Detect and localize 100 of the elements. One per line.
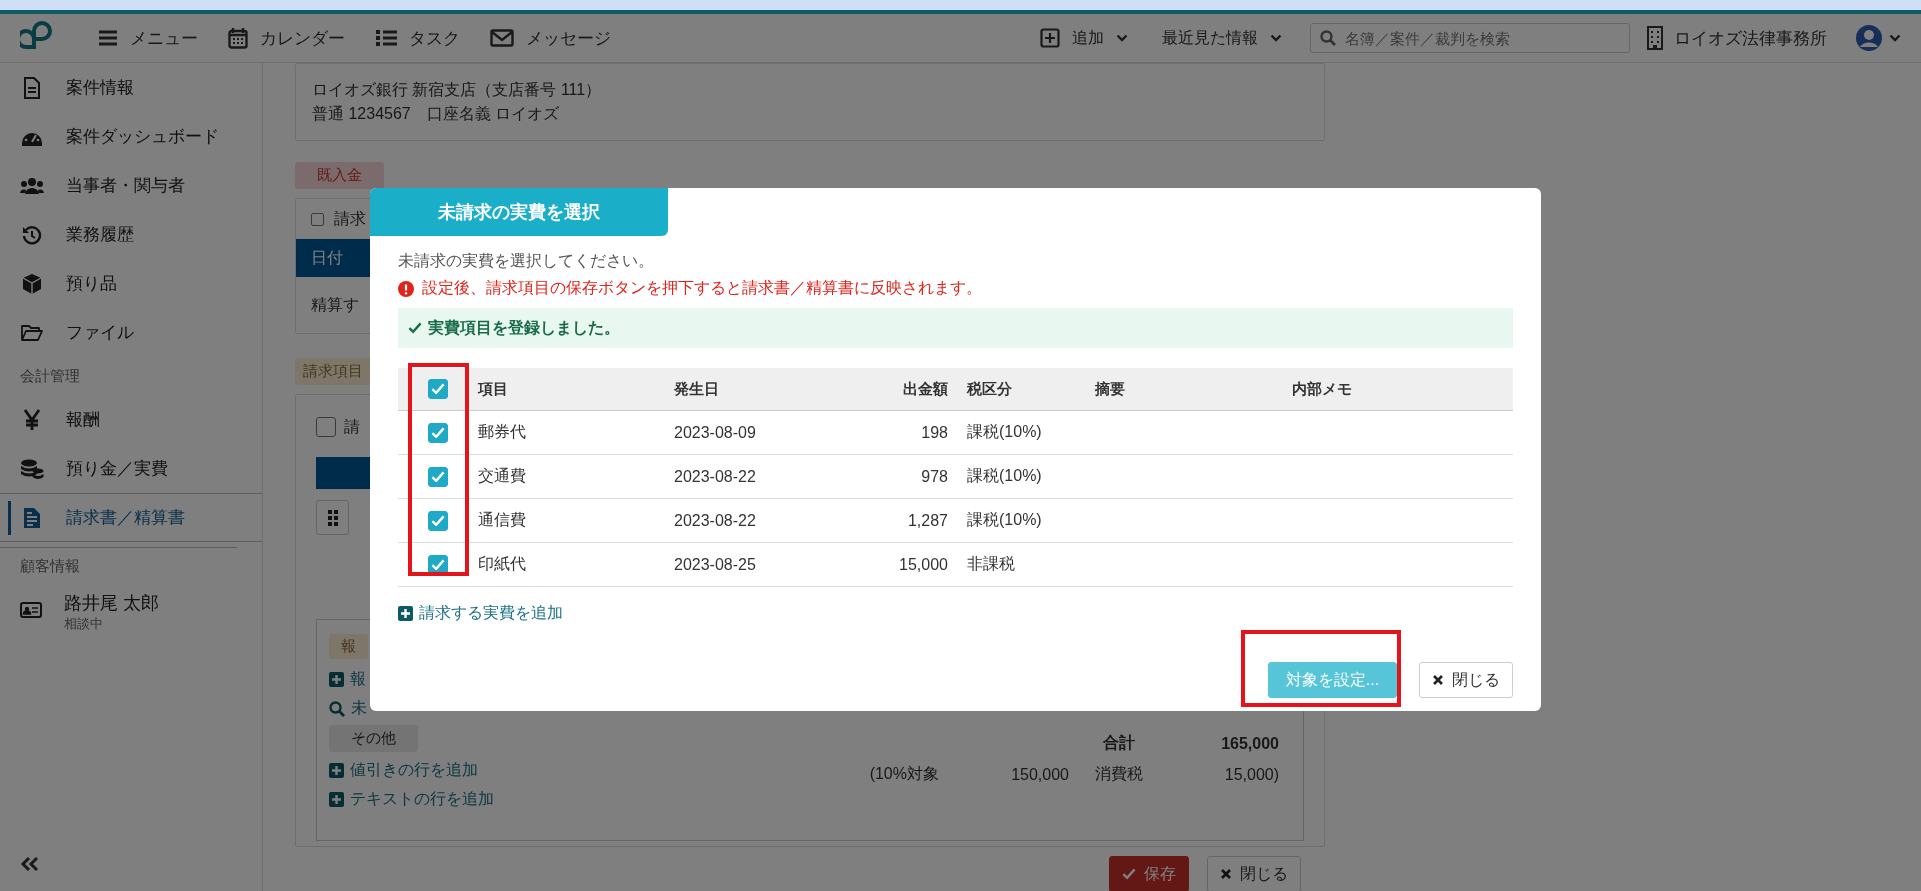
row-checkbox[interactable] bbox=[427, 466, 448, 487]
bank-account-line: 普通 1234567 口座名義 ロイオズ bbox=[312, 104, 561, 124]
row-checkbox[interactable] bbox=[427, 554, 448, 575]
nav-item[interactable]: メッセージ bbox=[490, 26, 611, 50]
check-icon bbox=[1122, 868, 1136, 880]
building-icon bbox=[1646, 26, 1664, 50]
table-cell: 2023-08-22 bbox=[674, 467, 756, 485]
history-icon bbox=[22, 224, 42, 245]
table-cell: 198 bbox=[921, 423, 948, 441]
warning-message: 設定後、請求項目の保存ボタンを押下すると請求書／精算書に反映されます。 bbox=[422, 278, 982, 298]
table-cell: 通信費 bbox=[478, 511, 526, 528]
checkbox[interactable] bbox=[311, 212, 324, 226]
table-cell: 15,000 bbox=[899, 555, 948, 573]
column-header: 税区分 bbox=[967, 379, 1012, 397]
sidebar-item[interactable]: ファイル bbox=[0, 308, 262, 357]
category-badge: その他 bbox=[329, 725, 418, 752]
chevron-down-icon bbox=[1270, 34, 1282, 42]
category-badge: 報 bbox=[329, 634, 368, 659]
sidebar-item[interactable]: 請求書／精算書 bbox=[0, 493, 262, 542]
invoice-icon bbox=[23, 506, 41, 529]
envelope-icon bbox=[490, 29, 514, 47]
success-alert: 実費項目を登録しました。 bbox=[398, 308, 1513, 348]
dialog-title: 未請求の実費を選択 bbox=[370, 188, 668, 236]
close-button[interactable]: 閉じる bbox=[1207, 856, 1301, 891]
column-header: 摘要 bbox=[1095, 379, 1125, 397]
search-field[interactable]: 名簿／案件／裁判を検索 bbox=[1310, 23, 1630, 53]
nav-item[interactable]: タスク bbox=[375, 26, 460, 50]
table-cell-text: 精算す bbox=[311, 294, 359, 315]
alert-icon bbox=[398, 280, 414, 297]
nav-item[interactable]: メニュー bbox=[98, 26, 198, 50]
plus-icon bbox=[398, 606, 413, 621]
grip-icon bbox=[327, 509, 338, 526]
total-label: 合計 bbox=[1102, 733, 1136, 753]
sidebar-item[interactable]: 案件情報 bbox=[0, 63, 262, 112]
table-cell: 非課税 bbox=[967, 555, 1015, 572]
folder-icon bbox=[21, 323, 43, 342]
checkbox-label: 請 bbox=[344, 416, 360, 437]
checkbox-label: 請求 bbox=[334, 208, 366, 229]
table-cell: 課税(10%) bbox=[967, 423, 1042, 440]
section-heading: 顧客情報 bbox=[0, 547, 237, 585]
sidebar-item[interactable]: 報酬 bbox=[0, 395, 262, 444]
table-cell: 郵券代 bbox=[478, 423, 526, 440]
section-badge: 既入金 bbox=[295, 162, 384, 189]
sidebar-item[interactable]: 業務履歴 bbox=[0, 210, 262, 259]
nav-item[interactable]: カレンダー bbox=[228, 26, 345, 50]
add-link[interactable]: テキストの行を追加 bbox=[329, 785, 494, 814]
recent-menu[interactable]: 最近見た情報 bbox=[1162, 27, 1282, 49]
table-cell: 978 bbox=[921, 467, 948, 485]
table-cell: 1,287 bbox=[907, 511, 948, 529]
sidebar-item[interactable]: 案件ダッシュボード bbox=[0, 112, 262, 161]
plus-icon bbox=[329, 672, 344, 687]
add-link[interactable]: 報 bbox=[329, 665, 366, 694]
tax-base-value: 150,000 bbox=[1010, 765, 1069, 784]
yen-icon bbox=[23, 408, 41, 431]
table-cell: 課税(10%) bbox=[967, 511, 1042, 528]
row-checkbox[interactable] bbox=[427, 510, 448, 531]
drag-handle-button[interactable] bbox=[316, 500, 349, 535]
double-chevron-icon bbox=[20, 856, 40, 872]
check-icon bbox=[408, 322, 422, 334]
check-icon bbox=[430, 514, 445, 527]
box-icon bbox=[22, 272, 42, 295]
column-header: 出金額 bbox=[903, 379, 948, 397]
sidebar-item[interactable]: 預り金／実費 bbox=[0, 444, 262, 493]
client-name[interactable]: 路井尾 太郎 bbox=[64, 591, 159, 615]
table-cell: 2023-08-22 bbox=[674, 511, 756, 529]
add-link[interactable]: 値引きの行を追加 bbox=[329, 756, 478, 785]
chevron-down-icon bbox=[1116, 34, 1128, 42]
check-icon bbox=[430, 383, 445, 395]
save-button[interactable]: 保存 bbox=[1109, 856, 1189, 891]
add-menu[interactable]: 追加 bbox=[1040, 27, 1128, 49]
column-header: 内部メモ bbox=[1292, 379, 1352, 397]
search-icon bbox=[1320, 30, 1336, 46]
plus-icon bbox=[329, 763, 344, 778]
menu-icon bbox=[98, 29, 118, 47]
office-name: ロイオズ法律事務所 bbox=[1674, 27, 1827, 50]
add-link[interactable]: 未 bbox=[329, 694, 367, 723]
table-cell: 課税(10%) bbox=[967, 467, 1042, 484]
select-all-checkbox[interactable] bbox=[427, 379, 448, 399]
account-menu[interactable] bbox=[1855, 24, 1901, 52]
document-icon bbox=[23, 76, 41, 99]
plus-square-icon bbox=[1040, 28, 1060, 48]
avatar-icon bbox=[1855, 24, 1883, 52]
tax-label: 消費税 bbox=[1094, 764, 1144, 784]
row-checkbox[interactable] bbox=[427, 422, 448, 443]
bank-account-line: ロイオズ銀行 新宿支店（支店番号 111） bbox=[312, 80, 603, 100]
coins-icon bbox=[20, 457, 44, 480]
check-icon bbox=[430, 558, 445, 571]
client-status: 相談中 bbox=[64, 615, 104, 633]
users-icon bbox=[20, 176, 44, 195]
list-icon bbox=[375, 29, 397, 47]
add-link[interactable]: 請求する実費を追加 bbox=[398, 599, 563, 628]
sidebar-item[interactable]: 当事者・関与者 bbox=[0, 161, 262, 210]
close-icon bbox=[1220, 868, 1232, 880]
sidebar-item[interactable]: 預り品 bbox=[0, 259, 262, 308]
calendar-icon bbox=[228, 27, 248, 49]
check-icon bbox=[430, 470, 445, 483]
checkbox[interactable] bbox=[316, 417, 336, 437]
close-button[interactable]: 閉じる bbox=[1419, 662, 1513, 698]
table-cell: 2023-08-25 bbox=[674, 555, 756, 573]
tax-base-label: (10%対象 bbox=[869, 764, 939, 784]
